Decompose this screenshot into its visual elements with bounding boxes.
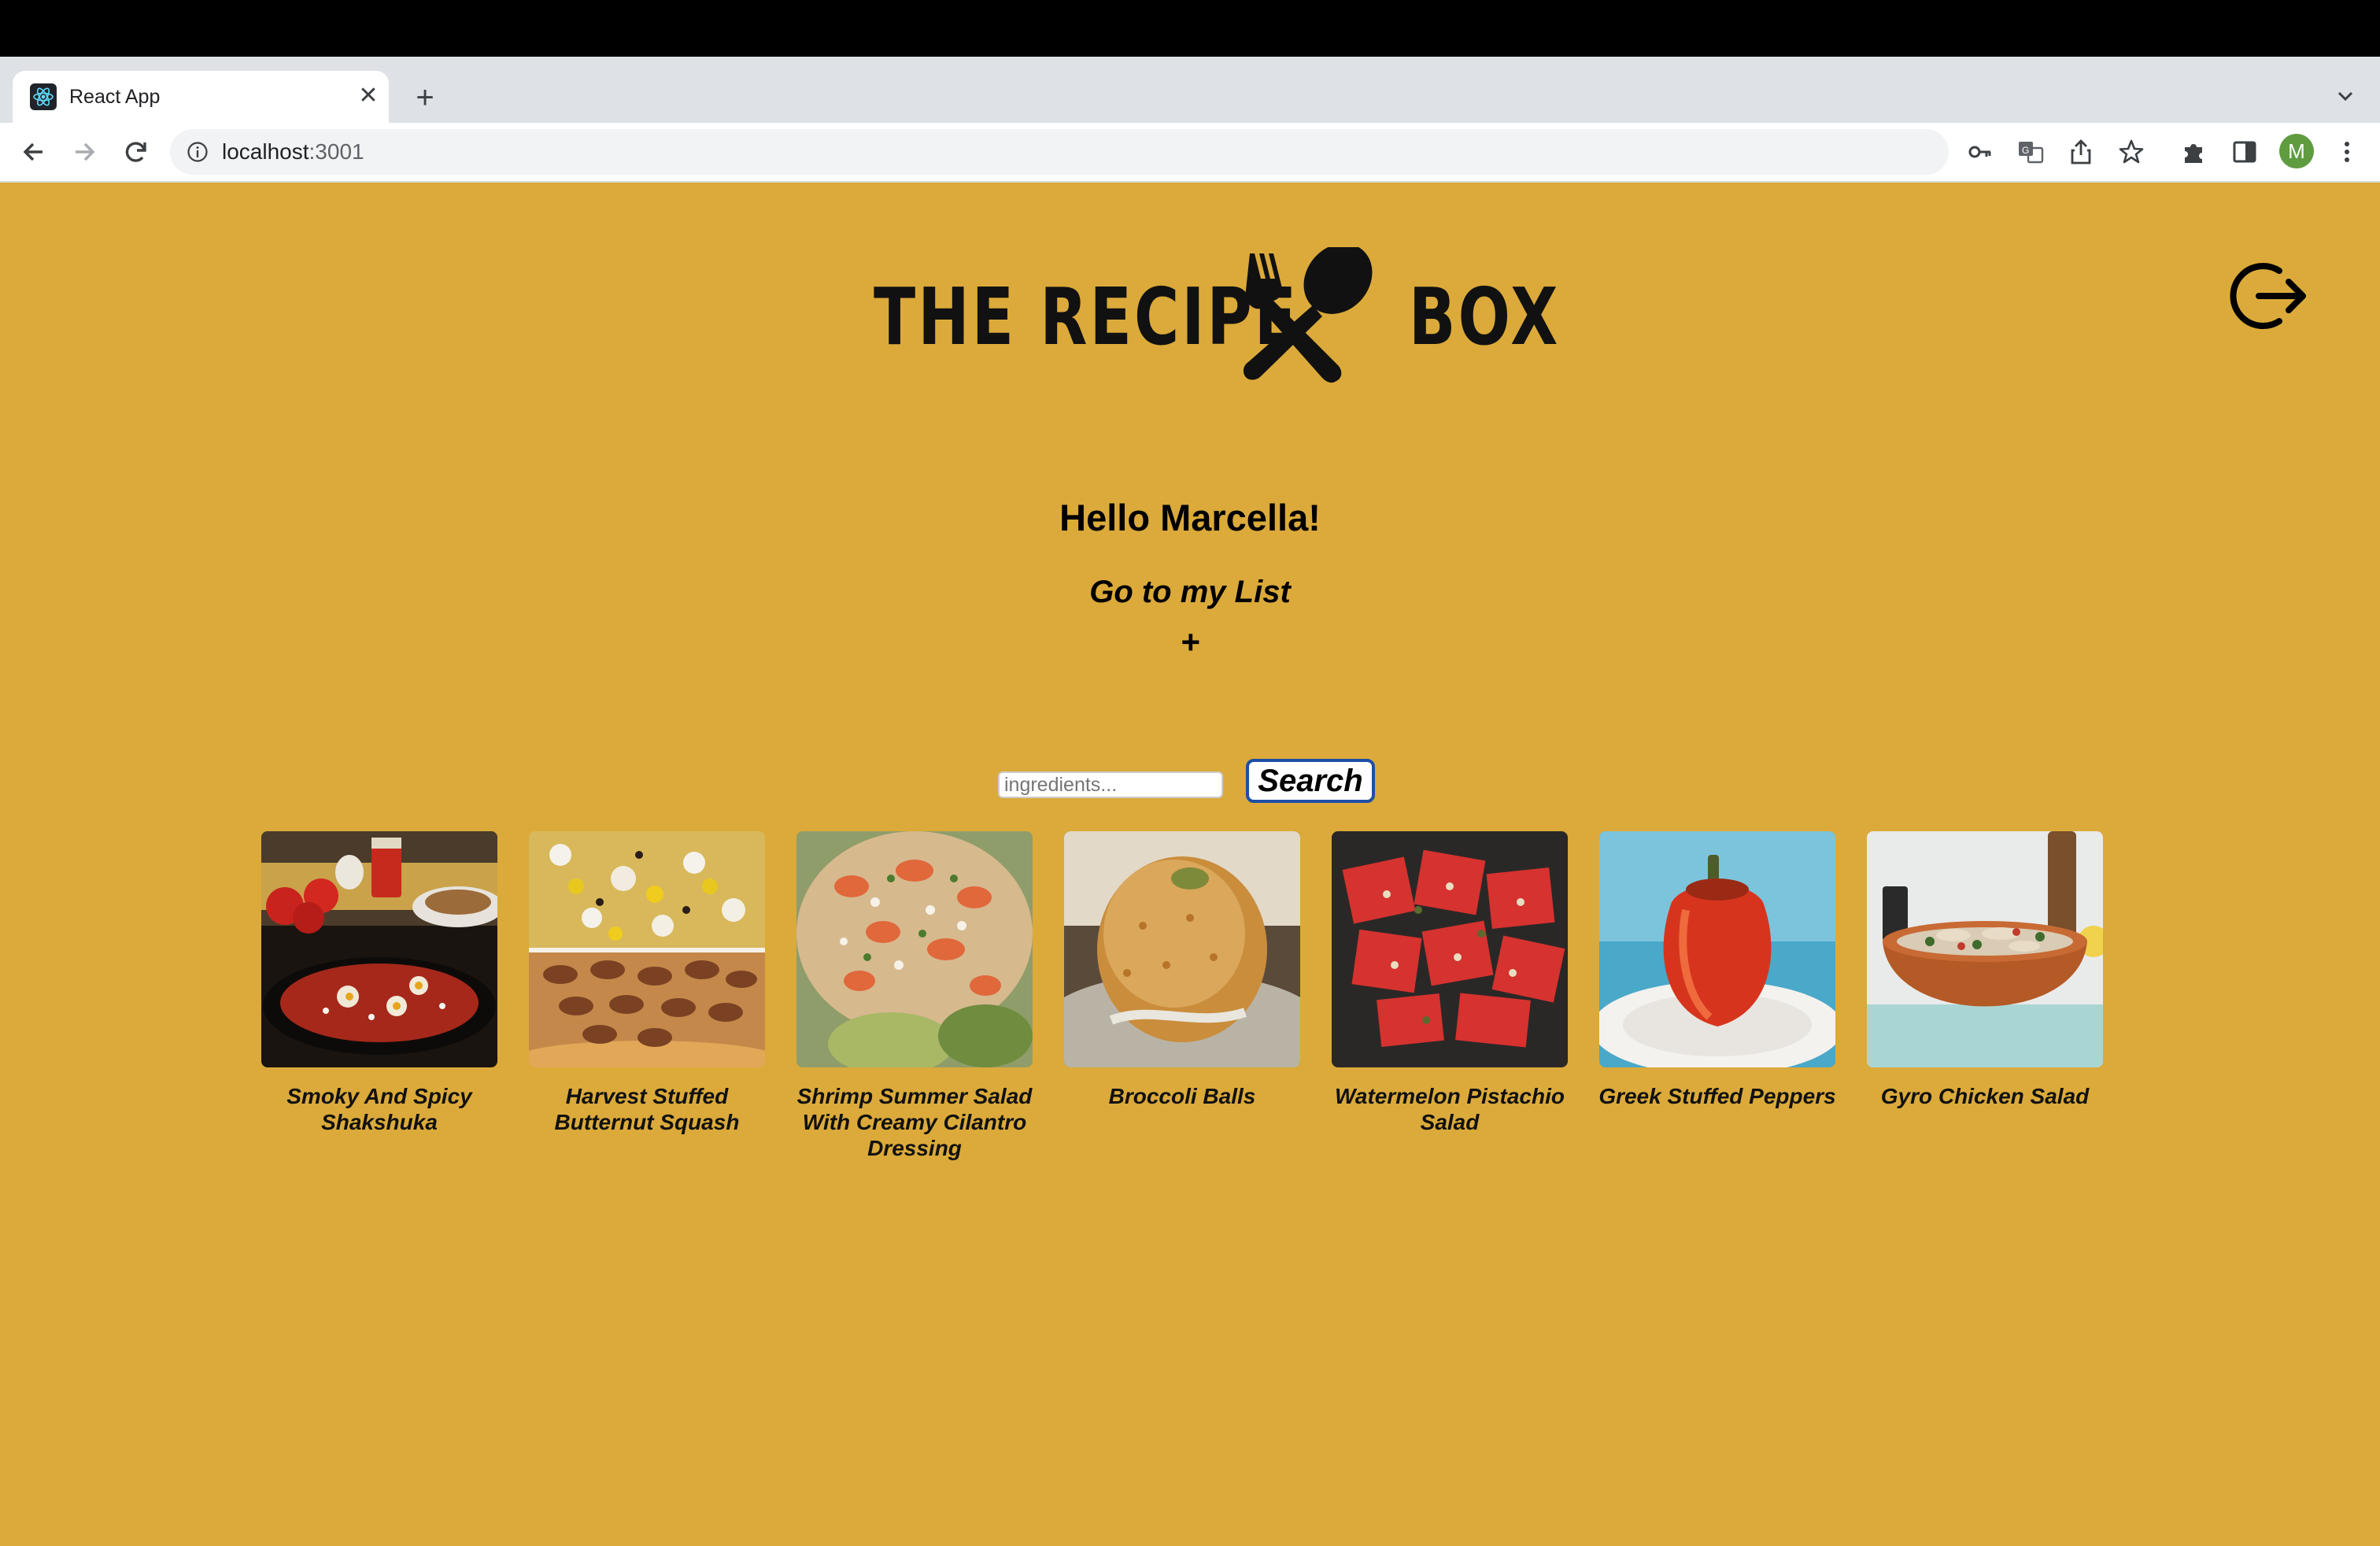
recipe-title[interactable]: Shrimp Summer Salad With Creamy Cilantro…: [781, 1083, 1048, 1161]
share-icon[interactable]: [2065, 136, 2097, 168]
back-arrow-icon[interactable]: [14, 132, 54, 172]
go-to-list-label[interactable]: Go to my List: [1089, 575, 1291, 609]
url-port: :3001: [309, 139, 364, 164]
tab-title: React App: [69, 86, 161, 108]
profile-avatar[interactable]: M: [2279, 134, 2314, 168]
search-button[interactable]: Search: [1246, 759, 1375, 803]
recipe-image[interactable]: [529, 831, 765, 1067]
recipe-image[interactable]: [796, 831, 1033, 1067]
recipe-image[interactable]: [1867, 831, 2103, 1067]
ingredients-search-input[interactable]: [998, 771, 1223, 798]
browser-tab[interactable]: React App ✕: [13, 71, 389, 123]
recipe-title[interactable]: Gyro Chicken Salad: [1851, 1083, 2119, 1109]
more-menu-icon[interactable]: [2331, 136, 2363, 168]
tab-strip: React App ✕ +: [0, 57, 2380, 123]
recipe-title[interactable]: Smoky And Spicy Shakshuka: [246, 1083, 513, 1135]
recipe-title[interactable]: Broccoli Balls: [1048, 1083, 1316, 1109]
recipe-box-logo: THE RECIPE BOX: [874, 244, 1558, 386]
browser-toolbar: localhost:3001 G: [0, 123, 2380, 183]
chevron-down-icon[interactable]: [2330, 80, 2361, 112]
close-tab-icon[interactable]: ✕: [354, 82, 382, 110]
recipe-title[interactable]: Watermelon Pistachio Salad: [1316, 1083, 1584, 1135]
extensions-icon[interactable]: [2179, 136, 2210, 168]
os-top-bar: [0, 0, 2380, 57]
logo-text-right: BOX: [1409, 271, 1561, 363]
logout-icon[interactable]: [2227, 257, 2311, 335]
reload-icon[interactable]: [116, 132, 156, 172]
address-bar[interactable]: localhost:3001: [170, 129, 1949, 175]
add-recipe-button[interactable]: +: [1170, 622, 1210, 663]
forward-arrow-icon[interactable]: [65, 132, 104, 172]
recipe-title[interactable]: Greek Stuffed Peppers: [1584, 1083, 1851, 1109]
recipe-image[interactable]: [1332, 831, 1568, 1067]
greeting-heading: Hello Marcella!: [1059, 497, 1321, 538]
info-icon[interactable]: [186, 140, 209, 164]
recipe-image[interactable]: [1064, 831, 1300, 1067]
go-to-list-link[interactable]: Go to my List: [0, 575, 2380, 610]
recipe-title[interactable]: Harvest Stuffed Butternut Squash: [513, 1083, 781, 1135]
react-logo-icon: [30, 83, 57, 110]
bookmark-star-icon[interactable]: [2116, 136, 2147, 168]
new-tab-button[interactable]: +: [409, 82, 441, 113]
side-panel-icon[interactable]: [2229, 136, 2260, 168]
recipe-image[interactable]: [261, 831, 497, 1067]
recipe-image[interactable]: [1599, 831, 1835, 1067]
translate-icon[interactable]: G: [2015, 136, 2046, 168]
svg-text:G: G: [2022, 145, 2029, 156]
fork-spoon-icon: [1243, 247, 1373, 383]
url-host: localhost: [222, 139, 309, 164]
url-text[interactable]: localhost:3001: [222, 139, 364, 165]
key-icon[interactable]: [1964, 136, 1996, 168]
